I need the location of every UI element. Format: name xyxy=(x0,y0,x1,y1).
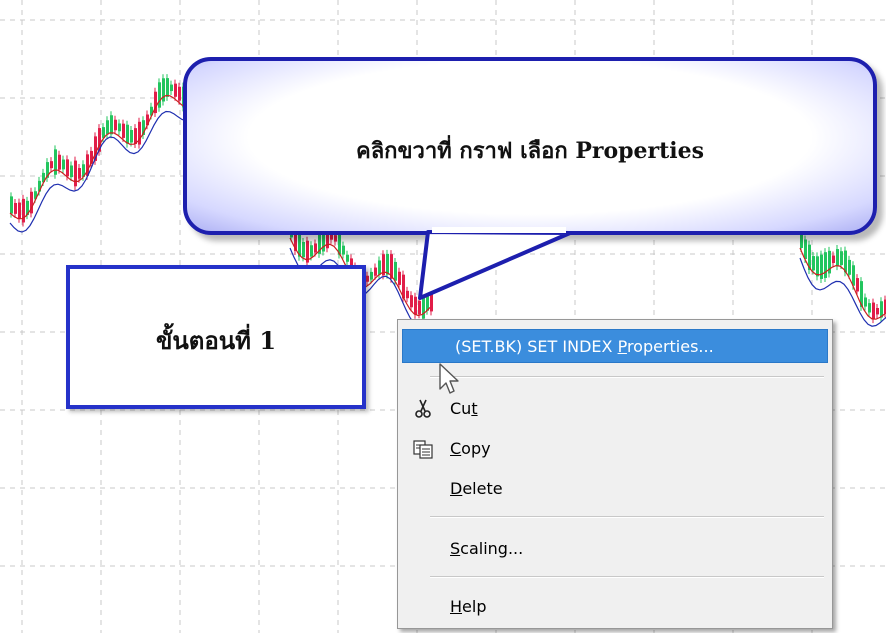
candle-body xyxy=(836,249,839,267)
candle-body xyxy=(366,275,369,282)
candle-body xyxy=(848,259,851,275)
candle-body xyxy=(174,83,177,97)
candle-body xyxy=(170,84,173,92)
candle-body xyxy=(126,124,129,144)
candle-body xyxy=(832,255,835,264)
mouse-cursor-icon xyxy=(439,363,459,394)
candle-body xyxy=(824,252,827,278)
copy-icon xyxy=(413,440,433,459)
candle-body xyxy=(816,256,819,277)
context-menu: (SET.BK) SET INDEX Properties... Cut Cop… xyxy=(397,319,833,629)
candle-body xyxy=(346,254,349,262)
candle-body xyxy=(78,168,81,179)
step-box: ขั้นตอนที่ 1 xyxy=(66,265,366,409)
menu-label-properties: (SET.BK) SET INDEX Properties... xyxy=(455,337,714,356)
menu-item-scaling[interactable]: Scaling... xyxy=(402,532,828,566)
candle-body xyxy=(812,256,815,271)
menu-item-delete[interactable]: Delete xyxy=(402,472,828,506)
menu-label-copy: Copy xyxy=(450,439,491,458)
menu-label-cut: Cut xyxy=(450,399,478,418)
candle-body xyxy=(386,253,389,275)
candle-body xyxy=(410,295,413,308)
candle-body xyxy=(50,161,53,169)
candle-body xyxy=(66,159,69,177)
candle-body xyxy=(872,302,875,320)
menu-item-cut[interactable]: Cut xyxy=(402,392,828,426)
candle-body xyxy=(430,287,433,312)
candle-body xyxy=(106,120,109,135)
candle-body xyxy=(378,260,381,275)
instruction-callout: คลิกขวาที่ กราฟ เลือก Properties xyxy=(183,57,877,235)
menu-label-help: Help xyxy=(450,597,487,616)
candle-body xyxy=(302,241,305,258)
menu-label-delete: Delete xyxy=(450,479,503,498)
menu-label-scaling: Scaling... xyxy=(450,539,524,558)
candle-body xyxy=(130,130,133,143)
candle-body xyxy=(74,160,77,187)
step-label: ขั้นตอนที่ 1 xyxy=(155,326,277,355)
menu-separator xyxy=(430,576,824,578)
menu-item-properties[interactable]: (SET.BK) SET INDEX Properties... xyxy=(402,329,828,363)
candle-body xyxy=(14,202,17,214)
candle-body xyxy=(406,290,409,299)
menu-item-help[interactable]: Help xyxy=(402,590,828,624)
candle-body xyxy=(370,271,373,280)
scissors-icon xyxy=(415,399,431,418)
candle-body xyxy=(342,245,345,255)
candle-body xyxy=(876,307,879,315)
menu-separator xyxy=(430,376,824,378)
candle-body xyxy=(334,235,337,242)
candle-body xyxy=(804,239,807,260)
candle-body xyxy=(70,165,73,178)
menu-separator xyxy=(430,516,824,518)
candle-body xyxy=(864,297,867,307)
candle-body xyxy=(868,303,871,313)
candle-body xyxy=(398,271,401,285)
candle-body xyxy=(314,243,317,253)
candle-body xyxy=(110,115,113,135)
candle-body xyxy=(54,149,57,175)
menu-item-copy[interactable]: Copy xyxy=(402,432,828,466)
moving-average-red xyxy=(9,94,191,220)
candle-body xyxy=(10,196,13,214)
candle-body xyxy=(852,265,855,286)
candle-body xyxy=(856,278,859,292)
callout-text: คลิกขวาที่ กราฟ เลือก Properties xyxy=(355,138,705,164)
candle-body xyxy=(394,261,397,281)
candle-body xyxy=(118,123,121,132)
candle-body xyxy=(422,294,425,319)
candle-body xyxy=(844,250,847,273)
candle-body xyxy=(114,119,117,131)
candle-body xyxy=(62,159,65,170)
candle-body xyxy=(820,254,823,279)
candle-body xyxy=(18,202,21,219)
candle-body xyxy=(178,86,181,101)
candle-body xyxy=(166,78,169,97)
candle-body xyxy=(58,154,61,170)
candle-body xyxy=(414,296,417,315)
candle-body xyxy=(374,267,377,276)
candle-body xyxy=(310,245,313,257)
candle-body xyxy=(158,82,161,108)
candle-body xyxy=(418,300,421,315)
candle-body xyxy=(122,123,125,138)
candle-body xyxy=(840,251,843,266)
